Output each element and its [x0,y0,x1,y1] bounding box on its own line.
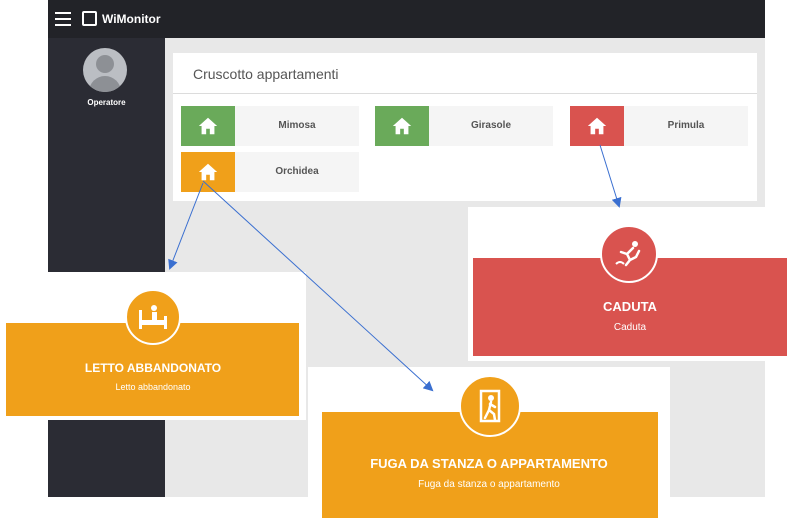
dashboard-panel: Cruscotto appartamenti Mimosa Girasole P… [173,53,757,201]
alert-bed-title: LETTO ABBANDONATO [84,361,222,375]
alert-fall-card: CADUTA Caduta [468,207,792,361]
alert-bed-subtitle: Letto abbandonato [115,382,191,392]
apartment-tile-girasole[interactable]: Girasole [375,106,553,146]
app-logo-icon [82,11,97,26]
avatar[interactable] [83,48,127,92]
home-icon [570,106,624,146]
home-icon [181,152,235,192]
door-exit-icon [459,375,521,437]
app-title: WiMonitor [102,12,161,26]
top-bar: WiMonitor [48,0,765,38]
apartment-name: Orchidea [275,166,319,177]
home-icon [181,106,235,146]
divider [173,93,757,94]
bed-icon [125,289,181,345]
sidebar: Operatore [48,38,165,497]
apartment-name: Girasole [470,120,512,131]
apartment-name: Primula [667,120,705,131]
apartment-tile-orchidea[interactable]: Orchidea [181,152,359,192]
home-icon [375,106,429,146]
alert-escape-subtitle: Fuga da stanza o appartamento [418,479,560,490]
falling-person-icon [600,225,658,283]
alert-bed-card: LETTO ABBANDONATO Letto abbandonato [0,272,306,420]
alert-escape-card: FUGA DA STANZA O APPARTAMENTO Fuga da st… [308,367,670,524]
alert-fall-title: CADUTA [603,299,657,314]
alert-fall-subtitle: Caduta [613,322,647,333]
alert-escape-title: FUGA DA STANZA O APPARTAMENTO [370,456,608,471]
apartment-name: Mimosa [278,120,316,131]
apartment-tile-mimosa[interactable]: Mimosa [181,106,359,146]
apartment-tile-primula[interactable]: Primula [570,106,748,146]
hamburger-menu-icon[interactable] [55,12,71,26]
user-label: Operatore [87,98,126,107]
page-title: Cruscotto appartamenti [193,66,339,82]
